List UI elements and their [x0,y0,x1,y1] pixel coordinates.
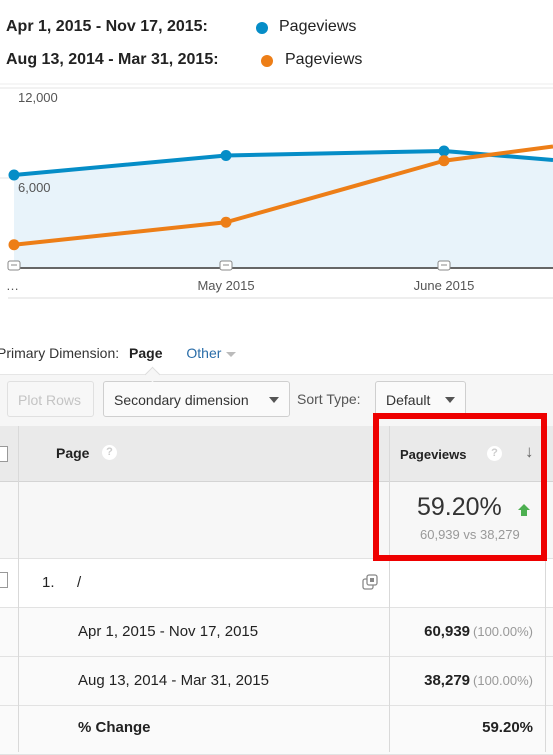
pageviews-value: 60,939 [424,623,471,640]
line-chart[interactable]: 6,000 12,000 … May 2015 June 2015 [0,80,553,302]
legend-orange-dot-icon [261,55,273,67]
row-percent-change-label: % Change [78,719,151,736]
row-pageviews-value: 60,939 (100.00%) [424,623,533,640]
x-tick-label: May 2015 [197,278,254,293]
column-divider [545,426,546,752]
table-row: % Change 59.20% [0,706,553,755]
pageviews-percent: (100.00%) [473,673,533,688]
legend-metric: Pageviews [279,18,357,35]
pageviews-value: 38,279 [424,672,471,689]
row-percent-change-value: 59.20% [482,719,533,736]
table-row: Aug 13, 2014 - Mar 31, 2015 38,279 (100.0… [0,657,553,706]
chevron-down-icon[interactable] [226,351,237,357]
row-page-link[interactable]: / [77,574,81,591]
annotation-marker-icon[interactable] [219,260,233,271]
legend-blue-dot-icon [256,22,268,34]
primary-dimension-label: Primary Dimension: [0,345,120,361]
y-tick-label: 12,000 [18,90,58,105]
row-pageviews-value: 38,279 (100.00%) [424,672,533,689]
sort-type-dropdown[interactable]: Default [375,381,466,417]
data-point [8,169,20,181]
secondary-dimension-dropdown[interactable]: Secondary dimension [103,381,290,417]
data-point [8,239,20,251]
summary-row: 59.20% 60,939 vs 38,279 [0,482,553,559]
table-row[interactable]: 1. / [0,559,553,608]
y-tick-label: 6,000 [18,180,51,195]
plot-rows-button[interactable]: Plot Rows [7,381,94,417]
trend-up-icon [518,504,530,516]
table-toolbar: Plot Rows Secondary dimension Sort Type:… [0,374,553,427]
open-in-new-window-icon[interactable] [362,574,378,590]
table-header-row: Page ? Pageviews ? ↓ [0,426,553,482]
legend-current-period: Apr 1, 2015 - Nov 17, 2015: Pageviews [6,18,356,36]
sort-descending-icon[interactable]: ↓ [525,442,534,462]
annotation-marker-icon[interactable] [437,260,451,271]
row-date-range: Apr 1, 2015 - Nov 17, 2015 [78,623,259,640]
x-tick-label: … [6,278,19,293]
table-row: Apr 1, 2015 - Nov 17, 2015 60,939 (100.00… [0,608,553,657]
legend-date-range: Aug 13, 2014 - Mar 31, 2015: [6,51,219,68]
row-date-range: Aug 13, 2014 - Mar 31, 2015 [78,672,269,689]
secondary-dimension-label: Secondary dimension [114,392,249,408]
column-divider [389,426,390,752]
column-header-pageviews[interactable]: Pageviews [400,447,467,462]
summary-comparison: 60,939 vs 38,279 [420,527,520,542]
help-icon[interactable]: ? [102,445,117,460]
data-point [438,145,450,157]
data-point [220,216,232,228]
legend-date-range: Apr 1, 2015 - Nov 17, 2015: [6,18,208,35]
legend-metric: Pageviews [285,51,363,68]
row-index: 1. [42,574,55,591]
column-header-page[interactable]: Page [56,445,89,461]
legend-previous-period: Aug 13, 2014 - Mar 31, 2015: Pageviews [6,51,362,69]
data-point [220,150,232,161]
x-tick-label: June 2015 [414,278,475,293]
sort-type-value: Default [386,392,431,408]
dropdown-arrow-icon [445,397,455,403]
row-checkbox[interactable] [0,572,8,588]
primary-dimension-page[interactable]: Page [129,345,162,361]
dropdown-arrow-icon [269,397,279,403]
help-icon[interactable]: ? [487,446,502,461]
data-point [438,155,450,167]
summary-percent-change: 59.20% [417,493,502,521]
annotation-marker-icon[interactable] [7,260,21,271]
select-all-checkbox[interactable] [0,446,8,462]
primary-dimension-other[interactable]: Other [186,345,221,361]
primary-dimension-bar: Primary Dimension: Page Other [0,345,237,361]
column-divider [18,426,19,752]
pageviews-percent: (100.00%) [473,624,533,639]
sort-type-label: Sort Type: [297,391,361,407]
